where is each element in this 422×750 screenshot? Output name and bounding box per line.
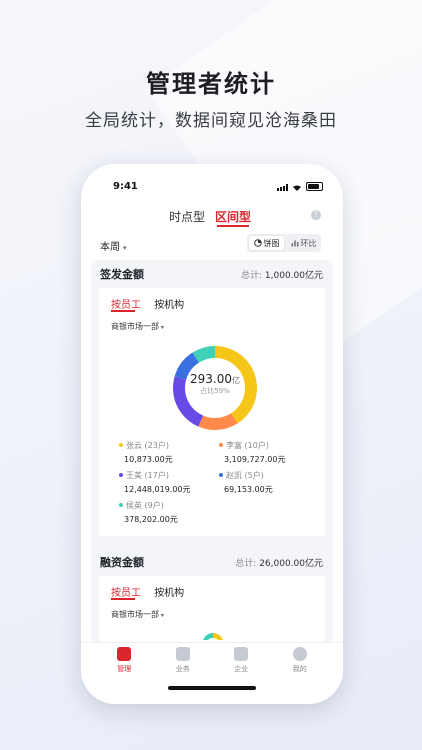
type-tabs: 时点型 区间型 ? <box>81 208 343 228</box>
nav-mine[interactable]: 我的 <box>280 643 320 680</box>
bar-chart-icon <box>291 240 298 247</box>
total-value: 1,000.00亿元 <box>264 271 323 281</box>
total-label: 总计: <box>241 271 265 281</box>
legend-value: 3,109,727.00元 <box>224 455 286 464</box>
wifi-icon <box>293 185 301 191</box>
legend-value: 378,202.00元 <box>124 515 178 524</box>
group-tabs: 按员工 按机构 <box>111 584 194 599</box>
hero-title: 管理者统计 <box>146 70 276 98</box>
department-label: 商银市场一部 <box>111 610 159 619</box>
legend-name: 侯英 (9户) <box>126 501 164 510</box>
view-toggle: 饼图 环比 <box>247 234 321 252</box>
chevron-down-icon: ▾ <box>123 244 127 252</box>
status-time: 9:41 <box>113 181 138 192</box>
legend-dot <box>119 443 123 447</box>
legend-name: 王美 (17户) <box>126 471 169 480</box>
legend-item: 侯英 (9户) 378,202.00元 <box>119 500 214 525</box>
subtab-indicator <box>111 310 135 312</box>
donut-chart-peek <box>203 633 223 640</box>
chevron-down-icon: ▾ <box>161 612 165 619</box>
financing-amount-card: 融资金额 总计: 26,000.00亿元 按员工 按机构 商银市场一部 ▾ <box>91 550 333 646</box>
legend-value: 69,153.00元 <box>224 485 273 494</box>
nav-enterprise[interactable]: 企业 <box>221 643 261 680</box>
status-icons <box>277 182 323 191</box>
legend-item: 赵凯 (5户) 69,153.00元 <box>219 470 314 495</box>
total-value: 26,000.00亿元 <box>259 559 323 569</box>
legend-item: 李富 (10户) 3,109,727.00元 <box>219 440 314 465</box>
legend-value: 12,448,019.00元 <box>124 485 191 494</box>
center-number: 293.00 <box>190 372 232 386</box>
legend-dot <box>219 443 223 447</box>
nav-enterprise-label: 企业 <box>234 665 249 673</box>
center-unit: 亿 <box>232 376 240 385</box>
help-icon[interactable]: ? <box>311 210 321 220</box>
pie-chart-icon <box>253 239 262 247</box>
period-label: 本周 <box>100 242 120 253</box>
card-total: 总计: 26,000.00亿元 <box>235 556 323 569</box>
briefcase-icon <box>175 647 190 661</box>
department-label: 商银市场一部 <box>111 322 159 331</box>
card-header: 融资金额 总计: 26,000.00亿元 <box>91 550 333 572</box>
battery-icon <box>306 182 323 191</box>
legend-dot <box>219 473 223 477</box>
building-icon <box>234 647 249 661</box>
nav-business-label: 业务 <box>175 665 190 673</box>
legend-name: 李富 (10户) <box>226 441 269 450</box>
center-share: 占比59% <box>200 387 230 395</box>
period-select[interactable]: 本周 ▾ <box>100 238 127 253</box>
signal-icon <box>277 184 288 191</box>
legend-value: 10,873.00元 <box>124 455 173 464</box>
card-body: 按员工 按机构 商银市场一部▾ 293.00亿 占比59% 张云 (23户) <box>99 288 325 536</box>
manage-icon <box>117 647 132 661</box>
department-select[interactable]: 商银市场一部 ▾ <box>111 321 164 332</box>
legend-name: 赵凯 (5户) <box>226 471 264 480</box>
legend-item: 张云 (23户) 10,873.00元 <box>119 440 214 465</box>
tab-point-type[interactable]: 时点型 <box>169 208 205 225</box>
card-header: 签发金额 总计: 1,000.00亿元 <box>91 262 333 284</box>
chevron-down-icon: ▾ <box>161 324 165 331</box>
home-indicator <box>168 686 256 690</box>
nav-manage-label: 管理 <box>117 665 132 673</box>
ring-compare-label: 环比 <box>300 238 317 248</box>
user-icon <box>292 647 307 661</box>
tab-by-org[interactable]: 按机构 <box>154 300 184 311</box>
issued-amount-card: 签发金额 总计: 1,000.00亿元 按员工 按机构 商银市场一部 ▾ 293.… <box>91 262 333 536</box>
card-total: 总计: 1,000.00亿元 <box>241 268 323 281</box>
hero-subtitle: 全局统计，数据间窥见沧海桑田 <box>85 111 337 131</box>
pie-view-label: 饼图 <box>263 238 280 248</box>
bottom-nav: 管理 业务 企业 我的 <box>81 642 343 680</box>
department-select[interactable]: 商银市场一部 ▾ <box>111 609 164 620</box>
center-value: 293.00亿 <box>171 372 259 386</box>
nav-business[interactable]: 业务 <box>163 643 203 680</box>
legend-dot <box>119 473 123 477</box>
subtab-indicator <box>111 598 135 600</box>
phone-frame: 9:41 时点型 区间型 ? 本周 ▾ 饼图 环比 签发金额 总计: 1,000… <box>81 164 343 704</box>
legend-item: 王美 (17户) 12,448,019.00元 <box>119 470 214 495</box>
status-bar: 9:41 <box>81 178 343 194</box>
pie-view-button[interactable]: 饼图 <box>249 236 284 250</box>
tab-range-type[interactable]: 区间型 <box>215 208 251 225</box>
group-tabs: 按员工 按机构 <box>111 296 194 311</box>
total-label: 总计: <box>235 559 260 569</box>
legend-dot <box>119 503 123 507</box>
nav-mine-label: 我的 <box>292 665 307 673</box>
active-tab-indicator <box>217 225 249 227</box>
filter-row: 本周 ▾ 饼图 环比 <box>81 234 343 254</box>
tab-by-org[interactable]: 按机构 <box>154 588 184 599</box>
card-title: 签发金额 <box>100 268 144 281</box>
nav-manage[interactable]: 管理 <box>104 643 144 680</box>
ring-compare-button[interactable]: 环比 <box>286 234 321 252</box>
donut-center: 293.00亿 占比59% <box>171 372 259 396</box>
legend-name: 张云 (23户) <box>126 441 169 450</box>
card-title: 融资金额 <box>100 556 144 569</box>
